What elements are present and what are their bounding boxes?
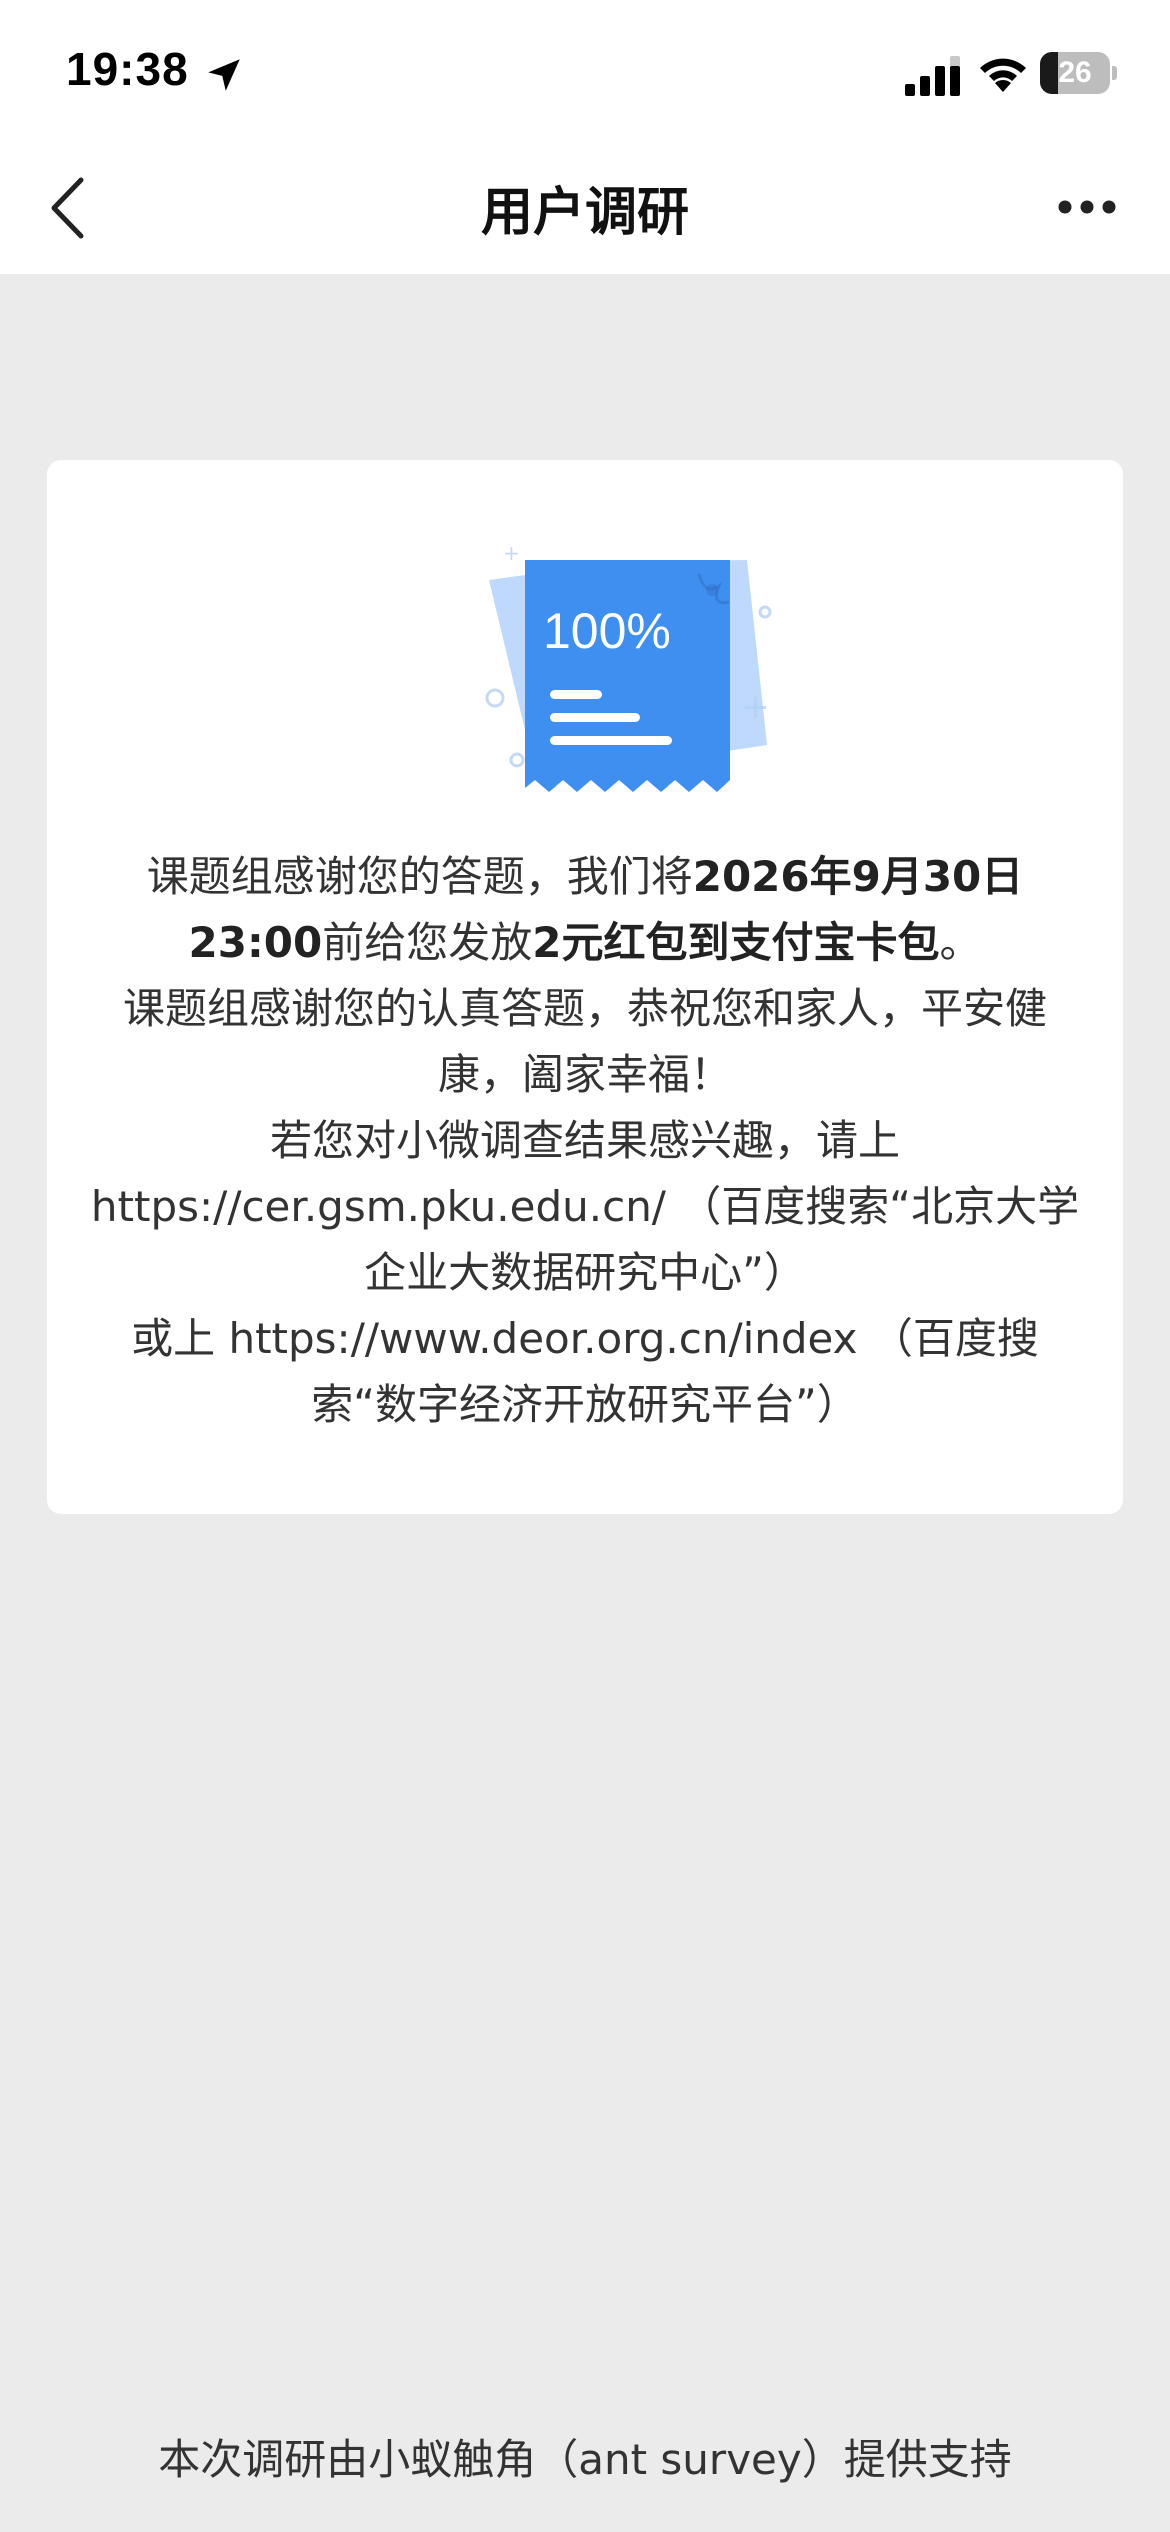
deor-link-paragraph: 或上 https://www.deor.org.cn/index （百度搜索“数…: [131, 1314, 1039, 1429]
survey-complete-receipt-icon: + + 100%: [485, 541, 772, 792]
cellular-signal-icon: [905, 56, 960, 96]
battery-level-text: 26: [1058, 56, 1092, 89]
pku-link-paragraph: 若您对小微调查结果感兴趣，请上 https://cer.gsm.pku.edu.…: [90, 1116, 1080, 1297]
more-dots-icon: [1058, 200, 1116, 214]
battery-icon: 26: [1040, 52, 1118, 94]
reward-paragraph: 课题组感谢您的答题，我们将2026年9月30日 23:00前给您发放2元红包到支…: [87, 844, 1083, 976]
more-button[interactable]: [1050, 172, 1130, 242]
reward-text-part3: 。: [939, 918, 982, 967]
percent-text: 100%: [543, 603, 671, 659]
status-bar: 19:38 26: [0, 0, 1170, 140]
status-time: 19:38: [66, 43, 189, 95]
nav-bar: 用户调研: [0, 140, 1170, 274]
reward-text-part1: 课题组感谢您的答题，我们将: [146, 852, 693, 901]
thank-you-card: + + 100% 课题组感谢您的答题，我们将2026年9月30日 23:00前给…: [47, 460, 1123, 1514]
svg-text:+: +: [503, 541, 520, 565]
blessing-paragraph: 课题组感谢您的认真答题，恭祝您和家人，平安健康，阖家幸福！: [122, 984, 1047, 1099]
page-title: 用户调研: [480, 183, 689, 243]
thank-you-message: 课题组感谢您的答题，我们将2026年9月30日 23:00前给您发放2元红包到支…: [87, 844, 1083, 1438]
location-arrow-icon: [208, 59, 240, 91]
reward-amount: 2元红包到支付宝卡包: [532, 918, 940, 967]
reward-text-part2: 前给您发放: [322, 918, 533, 967]
powered-by-footer: 本次调研由小蚁触角（ant survey）提供支持: [158, 2435, 1012, 2484]
wifi-icon: [980, 58, 1026, 92]
